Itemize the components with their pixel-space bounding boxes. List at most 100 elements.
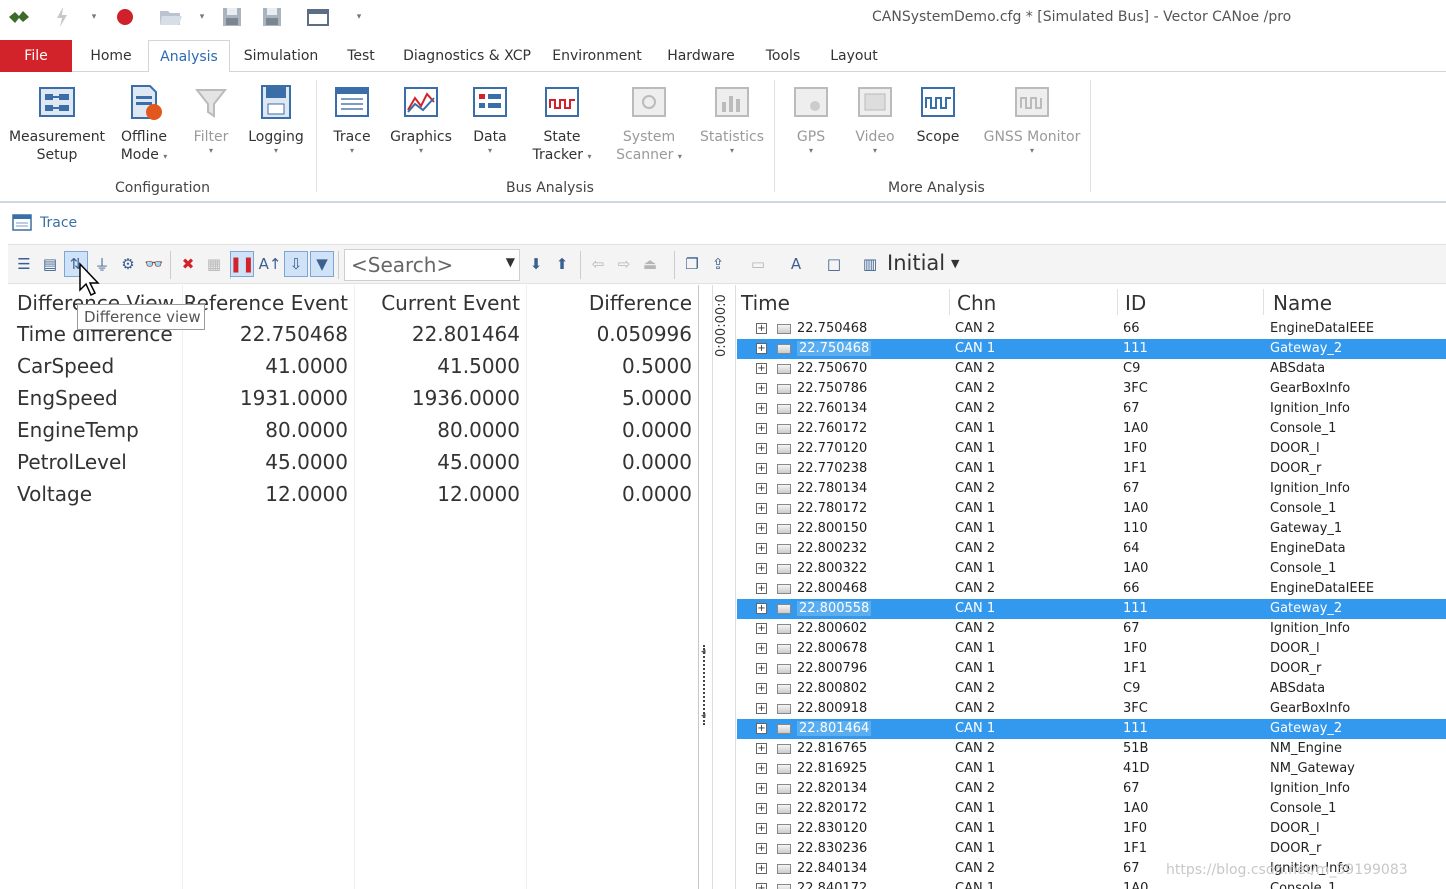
trace-row[interactable]: +22.770238 CAN 1 1F1 DOOR_r <box>737 459 1446 479</box>
tab-analysis[interactable]: Analysis <box>148 40 230 73</box>
expand-icon[interactable]: + <box>756 843 767 854</box>
expand-icon[interactable]: + <box>756 523 767 534</box>
gnss-monitor-button[interactable]: GNSS Monitor ▾ <box>982 82 1082 156</box>
expand-icon[interactable]: + <box>756 503 767 514</box>
lightning-icon[interactable] <box>50 6 74 28</box>
trace-row[interactable]: +22.800150 CAN 1 110 Gateway_1 <box>737 519 1446 539</box>
column-divider[interactable] <box>949 289 950 315</box>
column-divider[interactable] <box>1263 289 1264 315</box>
arrow-right-icon[interactable]: ⇨ <box>612 251 636 277</box>
expand-icon[interactable]: + <box>756 683 767 694</box>
trace-row[interactable]: +22.800918 CAN 2 3FC GearBoxInfo <box>737 699 1446 719</box>
chevron-down-icon[interactable]: ▼ <box>506 255 515 269</box>
save-icon[interactable] <box>220 6 244 28</box>
diff-row[interactable]: PetrolLevel 45.0000 45.0000 0.0000 <box>8 448 698 480</box>
tab-layout[interactable]: Layout <box>824 40 884 72</box>
search-input[interactable]: <Search> ▼ <box>344 249 520 281</box>
system-scanner-button[interactable]: System Scanner ▾ <box>606 82 692 164</box>
expand-icon[interactable]: + <box>756 543 767 554</box>
trace-row[interactable]: +22.750468 CAN 1 111 Gateway_2 <box>737 339 1446 359</box>
tab-file[interactable]: File <box>0 40 72 72</box>
columns-icon[interactable]: ▤ <box>38 251 62 277</box>
state-tracker-button[interactable]: State Tracker ▾ <box>526 82 598 164</box>
trace-row[interactable]: +22.800678 CAN 1 1F0 DOOR_l <box>737 639 1446 659</box>
dropdown-icon[interactable]: ▾ <box>88 6 100 28</box>
logging-button[interactable]: Logging ▾ <box>244 82 308 156</box>
expand-icon[interactable]: + <box>756 783 767 794</box>
trace-row[interactable]: +22.750468 CAN 2 66 EngineDataIEEE <box>737 319 1446 339</box>
record-icon[interactable] <box>114 6 136 28</box>
expand-icon[interactable]: + <box>756 583 767 594</box>
column-set-label[interactable]: Initial <box>887 251 945 275</box>
column-set-icon[interactable]: ▥ <box>858 251 882 277</box>
pane-splitter[interactable]: ◂ ◂ <box>698 285 712 889</box>
expand-icon[interactable]: + <box>756 363 767 374</box>
tab-diagnostics-xcp[interactable]: Diagnostics & XCP <box>398 40 536 72</box>
trace-header-name[interactable]: Name <box>1273 291 1332 315</box>
expand-icon[interactable]: + <box>756 463 767 474</box>
trace-button[interactable]: Trace ▾ <box>324 82 380 156</box>
trace-row[interactable]: +22.816925 CAN 1 41D NM_Gateway <box>737 759 1446 779</box>
filter-view-icon[interactable]: ☰ <box>12 251 36 277</box>
trace-row[interactable]: +22.770120 CAN 1 1F0 DOOR_l <box>737 439 1446 459</box>
tab-tools[interactable]: Tools <box>756 40 810 72</box>
dropdown-icon[interactable]: ▾ <box>196 6 208 28</box>
diff-row[interactable]: EngineTemp 80.0000 80.0000 0.0000 <box>8 416 698 448</box>
offline-mode-button[interactable]: Offline Mode ▾ <box>110 82 178 164</box>
save-as-icon[interactable] <box>260 6 284 28</box>
trace-row[interactable]: +22.840172 CAN 1 1A0 Console_1 <box>737 879 1446 889</box>
trace-row[interactable]: +22.780134 CAN 2 67 Ignition_Info <box>737 479 1446 499</box>
clear-icon[interactable]: ▦ <box>202 251 226 277</box>
tab-hardware[interactable]: Hardware <box>660 40 742 72</box>
pause-icon[interactable]: ❚❚ <box>229 251 255 277</box>
expand-icon[interactable]: + <box>756 623 767 634</box>
data-button[interactable]: Data ▾ <box>462 82 518 156</box>
trace-row[interactable]: +22.820134 CAN 2 67 Ignition_Info <box>737 779 1446 799</box>
find-previous-icon[interactable]: ⬆ <box>550 251 574 277</box>
diff-row[interactable]: EngSpeed 1931.0000 1936.0000 5.0000 <box>8 384 698 416</box>
trace-header-id[interactable]: ID <box>1125 291 1146 315</box>
scope-button[interactable]: Scope <box>910 82 966 146</box>
window-icon[interactable]: □ <box>822 251 846 277</box>
expand-icon[interactable]: + <box>756 643 767 654</box>
trace-row[interactable]: +22.800468 CAN 2 66 EngineDataIEEE <box>737 579 1446 599</box>
trace-row[interactable]: +22.800558 CAN 1 111 Gateway_2 <box>737 599 1446 619</box>
trace-row[interactable]: +22.750670 CAN 2 C9 ABSdata <box>737 359 1446 379</box>
trace-row[interactable]: +22.800232 CAN 2 64 EngineData <box>737 539 1446 559</box>
expand-icon[interactable]: + <box>756 863 767 874</box>
tab-test[interactable]: Test <box>336 40 386 72</box>
expand-icon[interactable]: + <box>756 763 767 774</box>
trace-row[interactable]: +22.760134 CAN 2 67 Ignition_Info <box>737 399 1446 419</box>
binoculars-icon[interactable]: 👓 <box>142 251 166 277</box>
chevron-down-icon[interactable]: ▼ <box>951 257 959 270</box>
expand-icon[interactable]: + <box>756 663 767 674</box>
open-folder-icon[interactable] <box>158 6 184 28</box>
diff-header-difference[interactable]: Difference <box>589 291 692 315</box>
trace-row[interactable]: +22.820172 CAN 1 1A0 Console_1 <box>737 799 1446 819</box>
measurement-setup-button[interactable]: Measurement Setup <box>8 82 106 164</box>
expand-icon[interactable]: + <box>756 743 767 754</box>
trace-row[interactable]: +22.780172 CAN 1 1A0 Console_1 <box>737 499 1446 519</box>
column-divider[interactable] <box>1117 289 1118 315</box>
trace-header-time[interactable]: Time <box>741 291 790 315</box>
autoscroll-icon[interactable]: ⇩ <box>284 251 308 277</box>
marker-icon[interactable]: ⏏ <box>638 251 662 277</box>
trace-row[interactable]: +22.801464 CAN 1 111 Gateway_2 <box>737 719 1446 739</box>
expand-icon[interactable]: + <box>756 383 767 394</box>
expand-icon[interactable]: + <box>756 803 767 814</box>
export-icon[interactable]: ⇪ <box>706 251 730 277</box>
expand-icon[interactable]: + <box>756 423 767 434</box>
trace-row[interactable]: +22.750786 CAN 2 3FC GearBoxInfo <box>737 379 1446 399</box>
expand-icon[interactable]: + <box>756 603 767 614</box>
trace-row[interactable]: +22.830236 CAN 1 1F1 DOOR_r <box>737 839 1446 859</box>
diff-header-current[interactable]: Current Event <box>381 291 520 315</box>
sort-icon[interactable]: A↑ <box>258 251 282 277</box>
font-icon[interactable]: A <box>784 251 808 277</box>
customize-icon[interactable]: ▾ <box>352 6 366 28</box>
detail-view-icon[interactable]: ▼ <box>310 251 334 277</box>
funnel-settings-icon[interactable]: ⚙ <box>116 251 140 277</box>
expand-icon[interactable]: + <box>756 703 767 714</box>
tab-home[interactable]: Home <box>80 40 142 72</box>
trace-row[interactable]: +22.800602 CAN 2 67 Ignition_Info <box>737 619 1446 639</box>
app-logo-icon[interactable] <box>6 6 32 28</box>
